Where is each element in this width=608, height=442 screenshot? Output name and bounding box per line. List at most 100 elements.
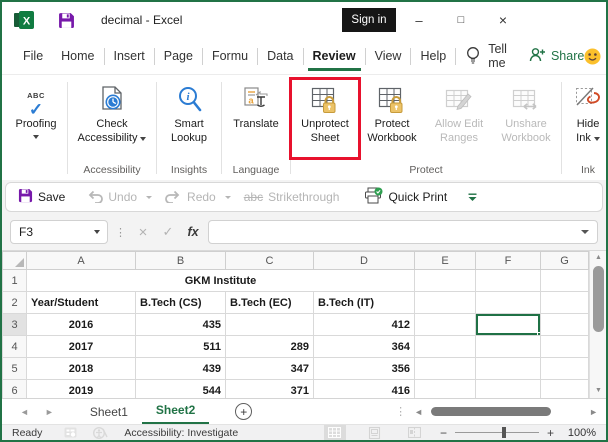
cell-c5[interactable]: 347 [225, 357, 314, 380]
vertical-scrollbar-thumb[interactable] [593, 266, 604, 332]
fill-handle[interactable] [537, 332, 540, 335]
cell-c2[interactable]: B.Tech (EC) [225, 291, 314, 314]
feedback-smiley-icon[interactable] [584, 48, 601, 65]
close-button[interactable]: × [486, 2, 520, 38]
expand-formula-bar-icon[interactable] [581, 230, 589, 234]
column-header-d[interactable]: D [313, 251, 415, 270]
horizontal-scrollbar[interactable]: ⋮ ◄ ► [395, 405, 606, 418]
row-header-3-selected[interactable]: 3 [2, 313, 27, 336]
name-box[interactable]: F3 [10, 220, 108, 244]
proofing-button[interactable]: ABC ✓ Proofing [6, 78, 66, 163]
cell-f6[interactable] [475, 379, 541, 398]
scroll-up-icon[interactable]: ▲ [595, 253, 602, 263]
cell-e3[interactable] [414, 313, 476, 336]
cell-f4[interactable] [475, 335, 541, 358]
sheet-nav-right-icon[interactable]: ► [37, 407, 62, 417]
share-button[interactable]: Share [529, 47, 584, 65]
new-sheet-button[interactable]: + [235, 403, 253, 420]
cell-a5[interactable]: 2018 [26, 357, 136, 380]
cell-g1[interactable] [540, 269, 589, 292]
cell-a3[interactable]: 2016 [26, 313, 136, 336]
translate-button[interactable]: a Translate [223, 78, 289, 163]
scroll-down-icon[interactable]: ▼ [595, 386, 602, 396]
cell-f1[interactable] [475, 269, 541, 292]
hscroll-track[interactable] [431, 406, 581, 417]
sheet-tab-sheet1[interactable]: Sheet1 [76, 399, 142, 425]
vertical-scrollbar[interactable]: ▲ ▼ [589, 251, 606, 398]
tab-formulas[interactable]: Formu [203, 38, 257, 74]
cell-d5[interactable]: 356 [313, 357, 415, 380]
zoom-out-button[interactable]: − [440, 426, 447, 440]
row-header-2[interactable]: 2 [2, 291, 27, 314]
zoom-in-button[interactable]: + [547, 426, 554, 440]
cell-a2[interactable]: Year/Student [26, 291, 136, 314]
formula-input[interactable] [208, 220, 598, 244]
formula-bar-splitter-icon[interactable]: ⋮ [113, 226, 128, 239]
hscroll-right-icon[interactable]: ► [589, 407, 598, 417]
cell-e2[interactable] [414, 291, 476, 314]
tab-home[interactable]: Home [52, 38, 103, 74]
cell-b5[interactable]: 439 [135, 357, 226, 380]
cell-f3-selected[interactable] [475, 313, 541, 336]
cell-g2[interactable] [540, 291, 589, 314]
select-all-corner[interactable] [2, 251, 27, 270]
protect-workbook-button[interactable]: Protect Workbook [358, 78, 426, 163]
column-header-c[interactable]: C [225, 251, 314, 270]
smart-lookup-button[interactable]: i Smart Lookup [158, 78, 220, 163]
sheet-tab-sheet2-active[interactable]: Sheet2 [141, 399, 210, 425]
cell-c3[interactable] [225, 313, 314, 336]
normal-view-button[interactable] [323, 425, 346, 440]
qat-quick-print-button[interactable]: Quick Print [364, 187, 447, 207]
insert-function-button[interactable]: fx [183, 225, 203, 239]
check-accessibility-button[interactable]: Check Accessibility [69, 78, 155, 163]
cell-g5[interactable] [540, 357, 589, 380]
macro-record-icon[interactable] [64, 427, 77, 438]
tell-me-control[interactable]: Tell me [466, 42, 507, 70]
unprotect-sheet-button[interactable]: Unprotect Sheet [289, 77, 361, 163]
cell-c4[interactable]: 289 [225, 335, 314, 358]
cell-d6[interactable]: 416 [313, 379, 415, 398]
hscroll-left-icon[interactable]: ◄ [414, 407, 423, 417]
tab-review[interactable]: Review [304, 38, 365, 74]
cell-b4[interactable]: 511 [135, 335, 226, 358]
row-header-5[interactable]: 5 [2, 357, 27, 380]
cell-e1[interactable] [414, 269, 476, 292]
cell-a4[interactable]: 2017 [26, 335, 136, 358]
cell-d2[interactable]: B.Tech (IT) [313, 291, 415, 314]
customize-qat-icon[interactable] [468, 193, 477, 202]
zoom-slider-handle[interactable] [502, 427, 507, 438]
tab-data[interactable]: Data [258, 38, 302, 74]
sign-in-button[interactable]: Sign in [342, 8, 396, 32]
column-header-f-selected[interactable]: F [475, 251, 541, 270]
tab-view[interactable]: View [366, 38, 411, 74]
cell-b6[interactable]: 544 [135, 379, 226, 398]
status-accessibility[interactable]: Accessibility: Investigate [124, 427, 238, 439]
tab-page-layout[interactable]: Page [155, 38, 202, 74]
column-header-g[interactable]: G [540, 251, 589, 270]
page-break-preview-button[interactable] [404, 425, 426, 440]
zoom-slider[interactable] [454, 427, 539, 438]
hscroll-thumb[interactable] [431, 407, 552, 416]
zoom-percentage[interactable]: 100% [562, 427, 596, 439]
hide-ink-button[interactable]: Hide Ink [563, 78, 606, 163]
tab-splitter-icon[interactable]: ⋮ [395, 405, 406, 418]
column-header-b[interactable]: B [135, 251, 226, 270]
qat-save-button[interactable]: Save [18, 188, 65, 206]
cell-f5[interactable] [475, 357, 541, 380]
cell-b3[interactable]: 435 [135, 313, 226, 336]
tab-help[interactable]: Help [411, 38, 455, 74]
sheet-nav-left-icon[interactable]: ◄ [12, 407, 37, 417]
cell-f2[interactable] [475, 291, 541, 314]
cell-g4[interactable] [540, 335, 589, 358]
cell-a6[interactable]: 2019 [26, 379, 136, 398]
column-header-e[interactable]: E [414, 251, 476, 270]
cell-d3[interactable]: 412 [313, 313, 415, 336]
cell-g6[interactable] [540, 379, 589, 398]
save-icon[interactable] [58, 12, 75, 29]
cell-d4[interactable]: 364 [313, 335, 415, 358]
cell-e5[interactable] [414, 357, 476, 380]
tab-insert[interactable]: Insert [105, 38, 154, 74]
row-header-6[interactable]: 6 [2, 379, 27, 398]
cell-b2[interactable]: B.Tech (CS) [135, 291, 226, 314]
column-header-a[interactable]: A [26, 251, 136, 270]
